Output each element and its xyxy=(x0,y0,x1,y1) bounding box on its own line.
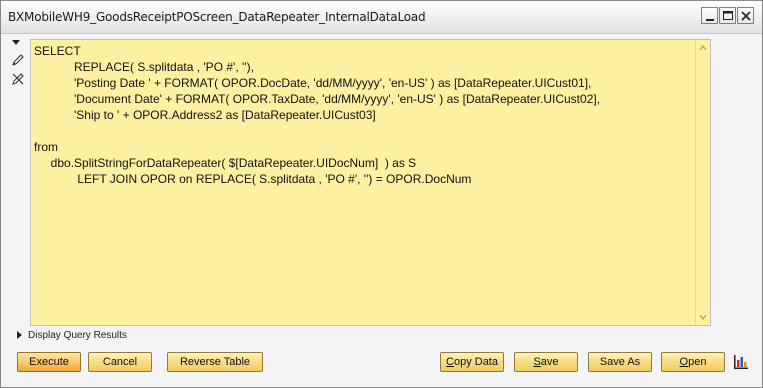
bar-chart-icon[interactable] xyxy=(733,354,749,370)
scroll-up-icon[interactable] xyxy=(697,42,709,54)
triangle-down-icon[interactable] xyxy=(11,39,25,47)
pencil-icon[interactable] xyxy=(11,53,25,67)
close-button[interactable] xyxy=(737,7,754,24)
maximize-icon xyxy=(723,11,733,20)
open-hotkey: O xyxy=(679,356,689,368)
query-editor[interactable]: SELECT REPLACE( S.splitdata , 'PO #', ''… xyxy=(30,39,711,326)
save-as-button[interactable]: Save As xyxy=(588,352,652,372)
execute-button[interactable]: Execute xyxy=(17,352,81,372)
save-label: ave xyxy=(540,356,559,368)
execute-label: Execute xyxy=(29,356,69,368)
minimize-icon xyxy=(706,19,714,21)
cancel-label: Cancel xyxy=(102,356,138,368)
window-title: BXMobileWH9_GoodsReceiptPOScreen_DataRep… xyxy=(8,10,426,24)
minimize-button[interactable] xyxy=(701,7,718,24)
copy-data-button[interactable]: Copy Data xyxy=(440,352,504,372)
query-window: BXMobileWH9_GoodsReceiptPOScreen_DataRep… xyxy=(0,0,763,388)
display-query-results-label: Display Query Results xyxy=(28,330,127,341)
maximize-button[interactable] xyxy=(719,7,736,24)
reverse-table-button[interactable]: Reverse Table xyxy=(167,352,263,372)
reverse-table-label: Reverse Table xyxy=(179,356,251,368)
open-label: pen xyxy=(688,356,707,368)
open-button[interactable]: Open xyxy=(661,352,725,372)
triangle-right-icon xyxy=(17,331,22,339)
save-as-label: Save As xyxy=(599,356,641,368)
vertical-scrollbar[interactable] xyxy=(695,40,710,325)
save-button[interactable]: Save xyxy=(514,352,578,372)
eraser-icon[interactable] xyxy=(11,72,25,86)
close-icon xyxy=(741,11,751,21)
save-hotkey: S xyxy=(533,356,541,368)
cancel-button[interactable]: Cancel xyxy=(88,352,152,372)
scroll-down-icon[interactable] xyxy=(697,311,709,323)
title-bar[interactable]: BXMobileWH9_GoodsReceiptPOScreen_DataRep… xyxy=(1,1,762,34)
query-text[interactable]: SELECT REPLACE( S.splitdata , 'PO #', ''… xyxy=(34,43,600,187)
display-query-results-toggle[interactable]: Display Query Results xyxy=(17,330,127,341)
copy-data-hotkey: C xyxy=(446,356,454,368)
copy-data-label: opy Data xyxy=(453,356,498,368)
